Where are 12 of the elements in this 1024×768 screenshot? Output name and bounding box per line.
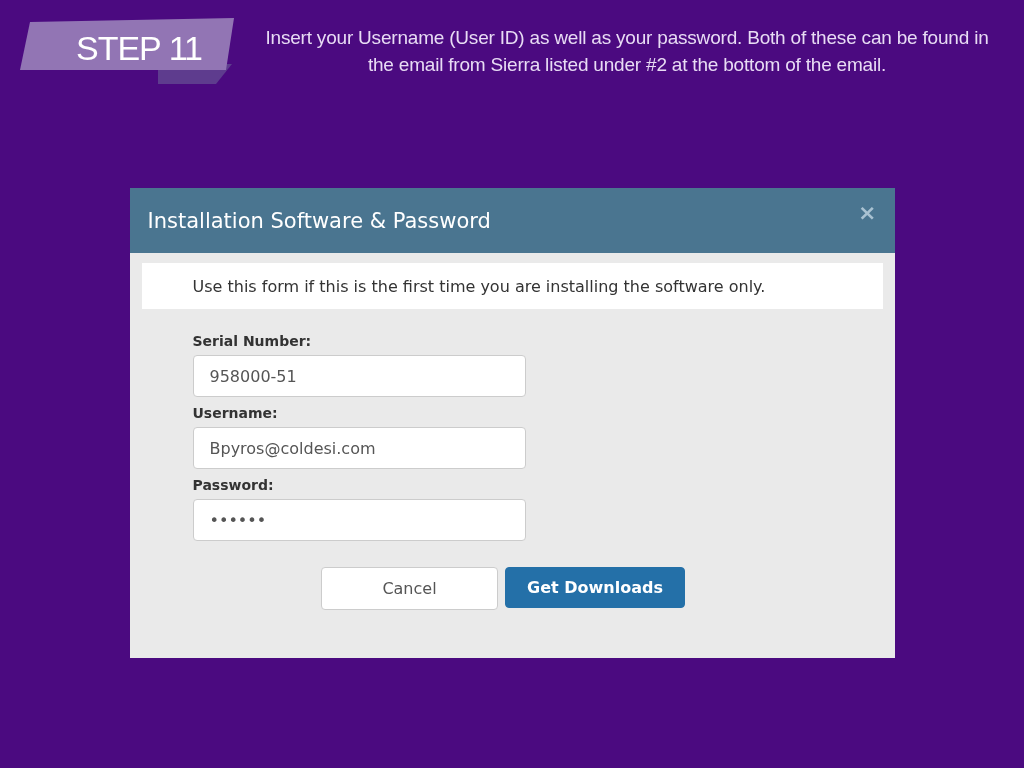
input-field[interactable]: Bpyros@coldesi.com (192, 427, 526, 469)
cancel-button[interactable]: Cancel (321, 567, 498, 610)
dialog-title: Installation Software & Password (147, 208, 491, 233)
field-label: Password: (192, 477, 275, 493)
step-label: STEP 11 (76, 30, 202, 66)
get-downloads-button[interactable]: Get Downloads (505, 567, 685, 608)
field-label: Serial Number: (192, 333, 313, 349)
notice-text: Use this form if this is the first time you are installing the software only. (141, 263, 883, 309)
input-field[interactable]: 958000-51 (192, 355, 526, 397)
field-label: Username: (192, 405, 279, 421)
input-field[interactable]: •••••• (192, 499, 526, 541)
instruction-text: Insert your Username (User ID) as well as your password. Both of these can be found in the email from Sierra listed under #2 at the bottom of the email. (264, 26, 990, 77)
